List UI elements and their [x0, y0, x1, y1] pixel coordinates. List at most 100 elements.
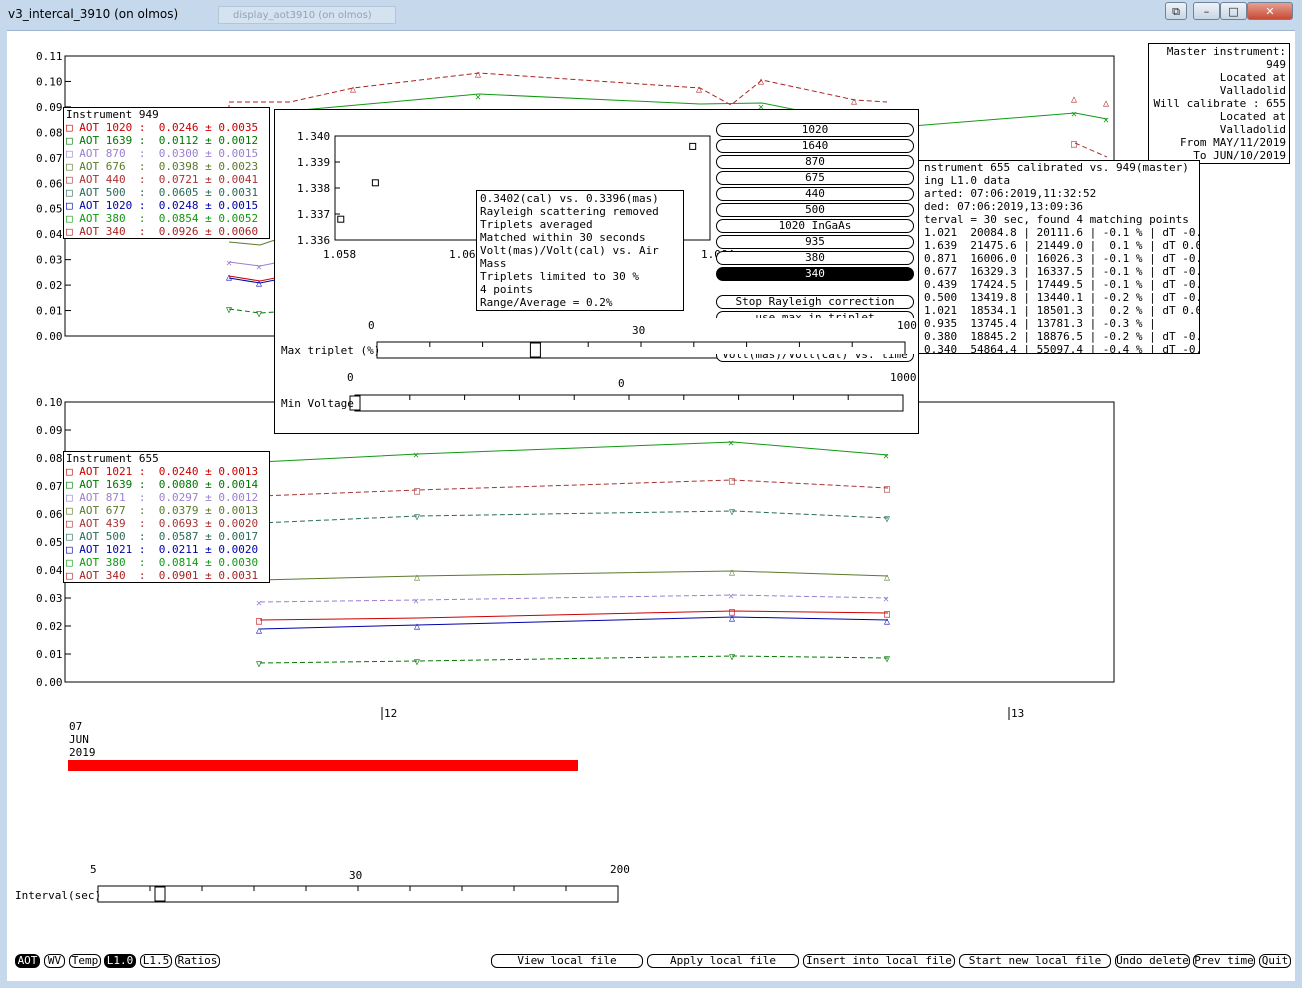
interval-mid: 30: [349, 869, 363, 882]
legend-value: 0.0211 ± 0.0020: [145, 543, 259, 556]
minimize-button[interactable]: –: [1193, 2, 1220, 20]
scatter-ytick-label: 1.339: [297, 156, 330, 169]
bottom-marker: ✕: [413, 596, 419, 607]
l15-button[interactable]: L1.5: [140, 954, 172, 968]
top-marker: ✕: [1071, 109, 1077, 120]
date-month: JUN: [69, 733, 89, 746]
window-title: v3_intercal_3910 (on olmos): [8, 7, 179, 21]
legend-marker-icon: □: [66, 225, 80, 238]
maximize-button[interactable]: □: [1220, 2, 1247, 20]
close-button[interactable]: ✕: [1247, 2, 1293, 20]
wavelength-button-675[interactable]: 675: [716, 171, 914, 185]
legend-label: AOT 1639 :: [79, 134, 146, 147]
wv-button[interactable]: WV: [44, 954, 65, 968]
wavelength-button-380[interactable]: 380: [716, 251, 914, 265]
info-line: Range/Average = 0.2%: [480, 296, 613, 309]
bottom-marker: ▽: [884, 514, 890, 525]
interval-label: Interval(sec): [15, 889, 102, 902]
quit-button[interactable]: Quit: [1259, 954, 1291, 968]
ytick-label: 0.11: [36, 50, 63, 63]
volt-vs-time-button[interactable]: Volt(mas)/Volt(cal) vs. time: [716, 354, 914, 362]
legend-label: AOT 871 :: [79, 491, 146, 504]
insert-local-file-button[interactable]: Insert into local file: [803, 954, 955, 968]
ytick-label: 0.05: [36, 536, 63, 549]
legend-label: AOT 500 :: [79, 530, 146, 543]
legend-marker-icon: □: [66, 517, 80, 530]
legend-marker-icon: □: [66, 121, 80, 134]
legend-entry: □ AOT 500 : 0.0605 ± 0.0031: [64, 186, 269, 199]
report-line: 0.871 16006.0 | 16026.3 | -0.1 % | dT -0…: [924, 252, 1200, 265]
temp-button[interactable]: Temp: [69, 954, 101, 968]
max-triplet-thumb: [529, 342, 541, 358]
legend-marker-icon: □: [66, 173, 80, 186]
top-series-340: [229, 72, 888, 106]
legend-label: AOT 380 :: [79, 556, 146, 569]
legend-marker-icon: □: [66, 465, 80, 478]
bottom-series-500: [259, 510, 889, 524]
ytick-label: 0.08: [36, 452, 63, 465]
legend-value: 0.0587 ± 0.0017: [145, 530, 259, 543]
report-line: 0.380 18845.2 | 18876.5 | -0.2 % | dT -0…: [924, 330, 1200, 343]
legend-value: 0.0721 ± 0.0041: [145, 173, 259, 186]
legend-marker-icon: □: [66, 543, 80, 556]
ytick-label: 0.10: [36, 396, 63, 409]
window-titlebar[interactable]: v3_intercal_3910 (on olmos) display_aot3…: [0, 0, 1302, 31]
wavelength-button-1020[interactable]: 1020: [716, 123, 914, 137]
legend-title: Instrument 949: [66, 108, 159, 121]
undo-delete-button[interactable]: Undo delete: [1115, 954, 1190, 968]
legend-entry: □ AOT 1021 : 0.0211 ± 0.0020: [64, 543, 269, 556]
bottom-marker: □: [884, 484, 890, 495]
bottom-marker: △: [414, 572, 420, 583]
legend-value: 0.0693 ± 0.0020: [145, 517, 259, 530]
ratios-button[interactable]: Ratios: [175, 954, 220, 968]
interval-thumb: [154, 886, 166, 902]
wavelength-button-340[interactable]: 340: [716, 267, 914, 281]
wavelength-button-1020-ingaas[interactable]: 1020 InGaAs: [716, 219, 914, 233]
bottom-marker: ✕: [413, 450, 419, 461]
legend-entry: □ AOT 870 : 0.0300 ± 0.0015: [64, 147, 269, 160]
legend-entry: □ AOT 439 : 0.0693 ± 0.0020: [64, 517, 269, 530]
wavelength-button-935[interactable]: 935: [716, 235, 914, 249]
legend-label: AOT 1020 :: [79, 121, 146, 134]
bottom-marker: □: [414, 486, 420, 497]
legend-label: AOT 1020 :: [79, 199, 146, 212]
ytick-label: 0.07: [36, 152, 63, 165]
wavelength-button-870[interactable]: 870: [716, 155, 914, 169]
legend-marker-icon: □: [66, 134, 80, 147]
background-window-tab[interactable]: display_aot3910 (on olmos): [218, 6, 396, 24]
legend-label: AOT 380 :: [79, 212, 146, 225]
legend-marker-icon: □: [66, 147, 80, 160]
date-label: 07 JUN 2019: [69, 720, 96, 759]
wavelength-button-1640[interactable]: 1640: [716, 139, 914, 153]
top-marker: △: [1103, 98, 1109, 109]
ytick-label: 0.00: [36, 330, 63, 343]
legend-value: 0.0901 ± 0.0031: [145, 569, 259, 582]
report-line: terval = 30 sec, found 4 matching points: [924, 213, 1189, 226]
stop-rayleigh-button[interactable]: Stop Rayleigh correction: [716, 295, 914, 309]
start-new-local-file-button[interactable]: Start new local file: [959, 954, 1111, 968]
top-series-440: [1074, 142, 1108, 158]
info-line: 0.3402(cal) vs. 0.3396(mas): [480, 192, 659, 205]
legend-entry: □ AOT 440 : 0.0721 ± 0.0041: [64, 173, 269, 186]
view-local-file-button[interactable]: View local file: [491, 954, 643, 968]
bottom-marker: △: [414, 621, 420, 632]
max-triplet-mid: 30: [632, 324, 646, 337]
scatter-point: [371, 179, 379, 187]
scatter-point: [337, 215, 345, 223]
calibration-popup[interactable]: 1.3401.3391.3381.3371.3361.0581.0601.064…: [274, 109, 919, 434]
restore-icon[interactable]: ⧉: [1165, 2, 1187, 20]
top-marker: △: [226, 272, 232, 283]
wavelength-button-500[interactable]: 500: [716, 203, 914, 217]
aot-button[interactable]: AOT: [15, 954, 40, 968]
legend-label: AOT 340 :: [79, 225, 146, 238]
legend-label: AOT 439 :: [79, 517, 146, 530]
report-line: ing L1.0 data: [924, 174, 1011, 187]
wavelength-button-440[interactable]: 440: [716, 187, 914, 201]
apply-local-file-button[interactable]: Apply local file: [647, 954, 799, 968]
legend-entry: □ AOT 380 : 0.0814 ± 0.0030: [64, 556, 269, 569]
l10-button[interactable]: L1.0: [104, 954, 136, 968]
top-marker: □: [1071, 139, 1077, 150]
use-max-triplet-button[interactable]: use max in triplet: [716, 311, 914, 318]
bottom-chart-markers: ✕ ✕ ✕ □ □ □ ▽ ▽ ▽ △ △ △ ✕ ✕ ✕ ✕ □ □ □ △ …: [256, 438, 890, 670]
prev-time-button[interactable]: Prev time: [1193, 954, 1255, 968]
